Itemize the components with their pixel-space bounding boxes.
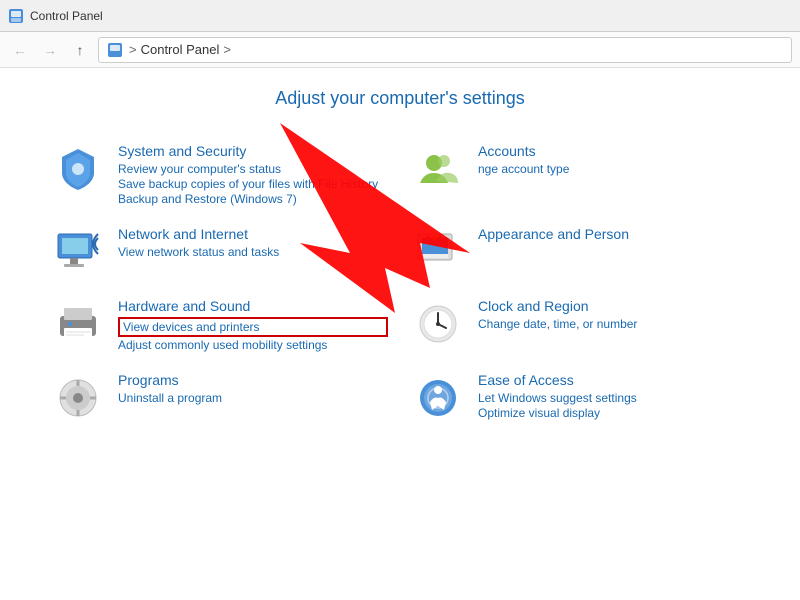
back-button[interactable]: ← [8, 38, 32, 62]
system-security-title[interactable]: System and Security [118, 143, 388, 159]
optimize-visual-link[interactable]: Optimize visual display [478, 406, 748, 420]
backup-restore-link[interactable]: Backup and Restore (Windows 7) [118, 192, 388, 206]
appearance-title[interactable]: Appearance and Person [478, 226, 748, 242]
category-network-text: Network and Internet View network status… [118, 226, 388, 259]
network-internet-icon [52, 226, 104, 278]
up-button[interactable]: ↑ [68, 38, 92, 62]
category-accounts[interactable]: Accounts nge account type [400, 133, 760, 216]
address-path-icon [107, 42, 123, 58]
category-clock-region[interactable]: Clock and Region Change date, time, or n… [400, 288, 760, 362]
system-security-icon [52, 143, 104, 195]
hardware-title[interactable]: Hardware and Sound [118, 298, 388, 314]
category-network-internet[interactable]: Network and Internet View network status… [40, 216, 400, 288]
address-bar: ← → ↑ > Control Panel > [0, 32, 800, 68]
clock-title[interactable]: Clock and Region [478, 298, 748, 314]
ease-links: Let Windows suggest settings Optimize vi… [478, 391, 748, 420]
accounts-icon [412, 143, 464, 195]
forward-button[interactable]: → [38, 38, 62, 62]
uninstall-program-link[interactable]: Uninstall a program [118, 391, 388, 405]
appearance-icon [412, 226, 464, 278]
clock-links: Change date, time, or number [478, 317, 748, 331]
category-system-security[interactable]: System and Security Review your computer… [40, 133, 400, 216]
categories-grid: System and Security Review your computer… [40, 133, 760, 434]
change-account-type-link[interactable]: nge account type [478, 162, 748, 176]
view-devices-printers-link[interactable]: View devices and printers [118, 317, 388, 337]
ease-of-access-icon [412, 372, 464, 424]
category-accounts-text: Accounts nge account type [478, 143, 748, 176]
category-hardware-sound[interactable]: Hardware and Sound View devices and prin… [40, 288, 400, 362]
network-title[interactable]: Network and Internet [118, 226, 388, 242]
programs-title[interactable]: Programs [118, 372, 388, 388]
hardware-sound-icon [52, 298, 104, 350]
category-appearance[interactable]: Appearance and Person [400, 216, 760, 288]
category-ease-of-access[interactable]: Ease of Access Let Windows suggest setti… [400, 362, 760, 434]
title-bar: Control Panel [0, 0, 800, 32]
address-path-sep: > [129, 42, 137, 57]
category-clock-text: Clock and Region Change date, time, or n… [478, 298, 748, 331]
category-ease-text: Ease of Access Let Windows suggest setti… [478, 372, 748, 420]
change-datetime-link[interactable]: Change date, time, or number [478, 317, 748, 331]
ease-title[interactable]: Ease of Access [478, 372, 748, 388]
category-system-security-text: System and Security Review your computer… [118, 143, 388, 206]
accounts-title[interactable]: Accounts [478, 143, 748, 159]
main-content: Adjust your computer's settings System a… [0, 68, 800, 454]
clock-region-icon [412, 298, 464, 350]
address-path-sep2: > [223, 42, 231, 57]
title-bar-icon [8, 8, 24, 24]
title-bar-text: Control Panel [30, 9, 103, 23]
category-programs-text: Programs Uninstall a program [118, 372, 388, 405]
programs-links: Uninstall a program [118, 391, 388, 405]
category-appearance-text: Appearance and Person [478, 226, 748, 245]
accounts-links: nge account type [478, 162, 748, 176]
system-security-links: Review your computer's status Save backu… [118, 162, 388, 206]
file-history-link[interactable]: Save backup copies of your files with Fi… [118, 177, 388, 191]
page-title: Adjust your computer's settings [40, 88, 760, 109]
category-programs[interactable]: Programs Uninstall a program [40, 362, 400, 434]
address-path-current: Control Panel [141, 42, 220, 57]
review-status-link[interactable]: Review your computer's status [118, 162, 388, 176]
network-links: View network status and tasks [118, 245, 388, 259]
suggest-settings-link[interactable]: Let Windows suggest settings [478, 391, 748, 405]
programs-icon [52, 372, 104, 424]
network-status-link[interactable]: View network status and tasks [118, 245, 388, 259]
category-hardware-text: Hardware and Sound View devices and prin… [118, 298, 388, 352]
hardware-links: View devices and printers Adjust commonl… [118, 317, 388, 352]
mobility-settings-link[interactable]: Adjust commonly used mobility settings [118, 338, 388, 352]
address-box: > Control Panel > [98, 37, 792, 63]
